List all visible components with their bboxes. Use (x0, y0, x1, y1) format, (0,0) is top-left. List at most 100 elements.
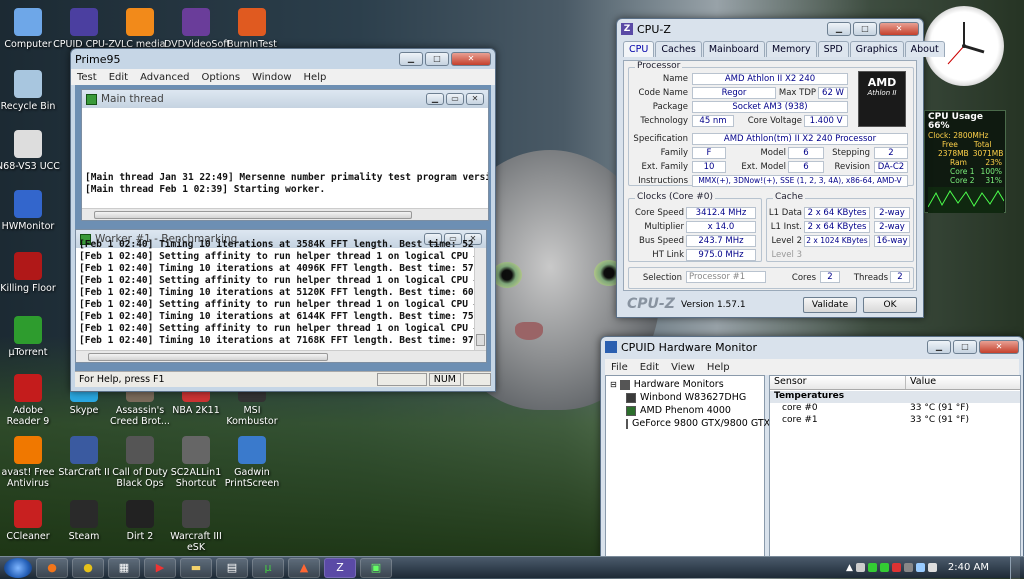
desktop-icon[interactable]: Killing Floor (0, 252, 60, 294)
maximize-button[interactable]: □ (853, 22, 877, 36)
child-restore-button[interactable]: ▭ (446, 93, 464, 105)
hwmon-menu-file[interactable]: File (611, 362, 628, 373)
minimize-button[interactable]: ▁ (827, 22, 851, 36)
tree-item[interactable]: GeForce 9800 GTX/9800 GTX+ (610, 417, 778, 430)
hwmon-menu-edit[interactable]: Edit (640, 362, 659, 373)
cpuz-tabs: CPU Caches Mainboard Memory SPD Graphics About (617, 39, 945, 57)
prime95-menu-advanced[interactable]: Advanced (140, 72, 189, 83)
revision-label: Revision (834, 162, 870, 172)
cpuz-task-icon[interactable]: Z (324, 557, 356, 578)
hwmon-titlebar[interactable]: CPUID Hardware Monitor ▁ □ ✕ (601, 337, 1023, 357)
prime95-menu-window[interactable]: Window (252, 72, 291, 83)
validate-button[interactable]: Validate (803, 297, 857, 313)
col-value[interactable]: Value (906, 376, 936, 389)
desktop-icon[interactable]: Steam (52, 500, 116, 542)
minimize-button[interactable]: ▁ (927, 340, 951, 354)
folder-icon[interactable]: ▬ (180, 557, 212, 578)
tab-about[interactable]: About (904, 41, 945, 57)
tab-spd[interactable]: SPD (817, 41, 849, 57)
tab-memory[interactable]: Memory (765, 41, 817, 57)
tab-mainboard[interactable]: Mainboard (702, 41, 765, 57)
extfamily-label: Ext. Family (641, 162, 689, 172)
desktop-icon[interactable]: BurnInTest (220, 8, 284, 50)
prime95-window[interactable]: Prime95 ▁ □ ✕ Test Edit Advanced Options Win… (70, 48, 496, 392)
tree-item[interactable]: Winbond W83627DHG (610, 391, 764, 404)
desktop-icon[interactable]: avast! Free Antivirus (0, 436, 60, 489)
gadget-total: 3071MB (972, 149, 1004, 158)
desktop-icon[interactable]: Computer (0, 8, 60, 50)
main-thread-hscrollbar[interactable] (82, 208, 488, 220)
close-button[interactable]: ✕ (979, 340, 1019, 354)
shortcut-icon (238, 436, 266, 464)
tab-cpu[interactable]: CPU (623, 41, 655, 57)
table-row[interactable]: core #0 33 °C (91 °F) (770, 403, 1020, 415)
desktop-icon-label: Warcraft III eSK (170, 531, 222, 553)
taskbar-clock[interactable]: 2:40 AM (948, 562, 989, 573)
desktop-icon[interactable]: µTorrent (0, 316, 60, 358)
selection-dropdown[interactable]: Processor #1 (686, 271, 766, 283)
close-button[interactable]: ✕ (451, 52, 491, 66)
media-icon[interactable]: ▶ (144, 557, 176, 578)
desktop-icon[interactable]: StarCraft II (52, 436, 116, 478)
desktop-icon[interactable]: Recycle Bin (0, 70, 60, 112)
tray-icon[interactable] (891, 563, 901, 572)
burnin-icon[interactable]: ▲ (288, 557, 320, 578)
desktop-icon[interactable]: Call of Duty Black Ops (108, 436, 172, 489)
prime95-menu-options[interactable]: Options (201, 72, 240, 83)
start-button[interactable] (4, 557, 32, 578)
hwmon-menu-view[interactable]: View (671, 362, 695, 373)
main-thread-titlebar[interactable]: Main thread ▁ ▭ ✕ (82, 90, 488, 108)
prime95-task-icon[interactable]: ▣ (360, 557, 392, 578)
desktop-icon[interactable]: CCleaner (0, 500, 60, 542)
table-row[interactable]: core #1 33 °C (91 °F) (770, 415, 1020, 427)
ok-button[interactable]: OK (863, 297, 917, 313)
system-tray: ▲ 2:40 AM (846, 556, 1024, 579)
app-icon[interactable]: ▦ (108, 557, 140, 578)
tray-icon[interactable] (867, 563, 877, 572)
show-desktop-button[interactable] (1010, 556, 1020, 579)
desktop-icon[interactable]: N68-VS3 UCC (0, 130, 60, 172)
calc-icon[interactable]: ▤ (216, 557, 248, 578)
prime95-titlebar[interactable]: Prime95 ▁ □ ✕ (71, 49, 495, 69)
col-sensor[interactable]: Sensor (770, 376, 906, 389)
desktop-icon[interactable]: HWMonitor (0, 190, 60, 232)
utorrent-icon[interactable]: µ (252, 557, 284, 578)
prime95-menu-edit[interactable]: Edit (109, 72, 128, 83)
tray-expand-icon[interactable]: ▲ (846, 563, 853, 573)
worker-log: [Feb 1 02:40] Timing 10 iterations at 35… (76, 239, 474, 345)
cpuz-titlebar[interactable]: Z CPU-Z ▁ □ ✕ (617, 19, 923, 39)
desktop-icon[interactable]: Adobe Reader 9 (0, 374, 60, 427)
close-button[interactable]: ✕ (879, 22, 919, 36)
worker-window[interactable]: Worker #1 - Benchmarking ▁ ▭ ✕ [Feb 1 02… (75, 229, 487, 363)
maximize-button[interactable]: □ (425, 52, 449, 66)
worker-hscrollbar[interactable] (76, 350, 486, 362)
tree-root[interactable]: ⊟ Hardware Monitors (610, 378, 764, 391)
worker-vscrollbar[interactable] (474, 248, 486, 350)
network-icon[interactable] (915, 563, 925, 572)
tray-icon[interactable] (879, 563, 889, 572)
gadget-free: 2378MB (938, 149, 969, 158)
tab-caches[interactable]: Caches (655, 41, 702, 57)
maximize-button[interactable]: □ (953, 340, 977, 354)
desktop-icon[interactable]: Gadwin PrintScreen (220, 436, 284, 489)
firefox-icon[interactable]: ● (36, 557, 68, 578)
prime95-menu-help[interactable]: Help (304, 72, 327, 83)
desktop-icon[interactable]: Dirt 2 (108, 500, 172, 542)
desktop-icon[interactable]: Warcraft III eSK (164, 500, 228, 553)
minimize-button[interactable]: ▁ (399, 52, 423, 66)
tab-graphics[interactable]: Graphics (849, 41, 904, 57)
chrome-icon[interactable]: ● (72, 557, 104, 578)
hwmonitor-window[interactable]: CPUID Hardware Monitor ▁ □ ✕ File Edit Vie… (600, 336, 1024, 558)
desktop-icon[interactable]: SC2ALLin1 Shortcut (164, 436, 228, 489)
volume-icon[interactable] (927, 563, 937, 572)
tray-icon[interactable] (855, 563, 865, 572)
child-minimize-button[interactable]: ▁ (426, 93, 444, 105)
cpuz-window[interactable]: Z CPU-Z ▁ □ ✕ CPU Caches Mainboard Memory SP… (616, 18, 945, 318)
tree-item[interactable]: AMD Phenom 4000 (610, 404, 764, 417)
child-close-button[interactable]: ✕ (466, 93, 484, 105)
prime95-menu-test[interactable]: Test (77, 72, 97, 83)
main-thread-window[interactable]: Main thread ▁ ▭ ✕ [Main thread Jan 31 22… (81, 89, 489, 221)
hwmon-menu-help[interactable]: Help (707, 362, 730, 373)
tray-icon[interactable] (903, 563, 913, 572)
desktop-icon[interactable]: CPUID CPU-Z (52, 8, 116, 50)
